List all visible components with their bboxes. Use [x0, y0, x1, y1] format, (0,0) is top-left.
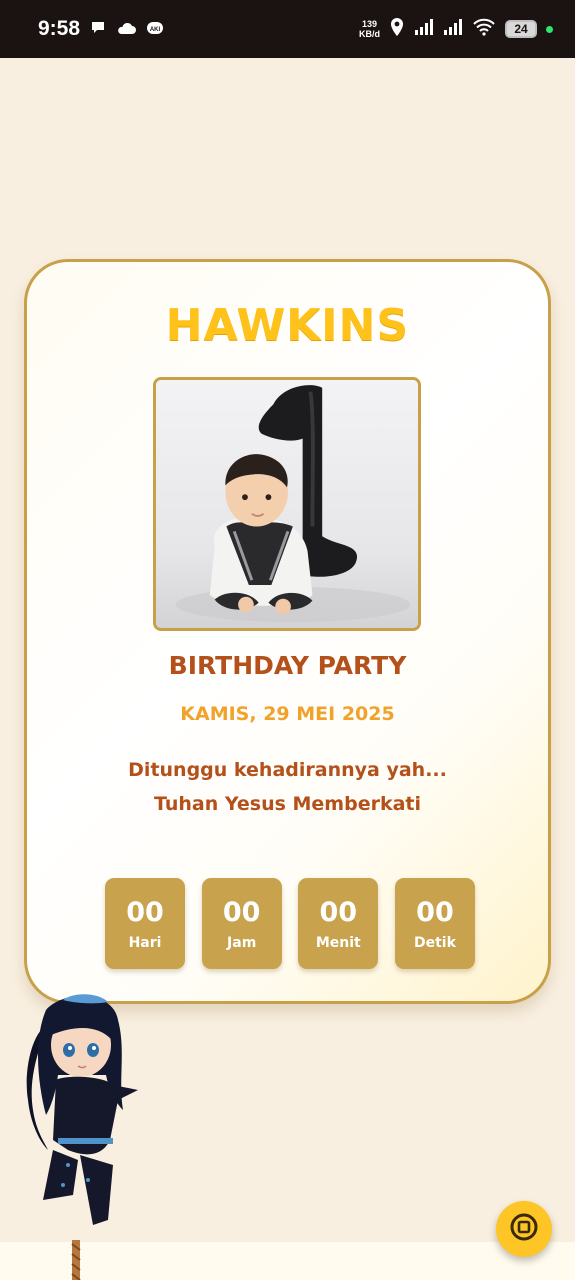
battery-icon: 24 — [505, 20, 537, 38]
music-toggle-icon — [509, 1212, 539, 1246]
chat-icon — [90, 19, 106, 39]
countdown-value: 00 — [126, 896, 164, 928]
invitation-message-line2: Tuhan Yesus Memberkati — [153, 793, 422, 815]
invitation-card: HAWKINS BIRTHDAY PARTY KAMIS, 29 MEI 202… — [24, 259, 551, 1004]
invitation-message-line1: Ditunggu kehadirannya yah... — [128, 759, 447, 781]
countdown-label: Detik — [414, 934, 456, 951]
battery-level: 24 — [514, 22, 528, 36]
event-date: KAMIS, 29 MEI 2025 — [180, 703, 395, 725]
countdown-value: 00 — [416, 896, 454, 928]
signal-icon — [443, 18, 463, 40]
location-icon — [389, 17, 405, 41]
signal-icon — [414, 18, 434, 40]
countdown-label: Jam — [227, 934, 257, 951]
countdown-hours: 00 Jam — [201, 878, 282, 969]
countdown-value: 00 — [319, 896, 358, 928]
status-time: 9:58 — [38, 17, 81, 40]
music-toggle-button[interactable] — [496, 1201, 552, 1257]
cloud-icon — [116, 20, 137, 39]
wifi-icon — [472, 18, 496, 40]
countdown-value: 00 — [222, 896, 261, 928]
network-speed-value: 139 — [361, 19, 378, 29]
celebrant-photo — [153, 377, 421, 631]
rope-decoration — [66, 1240, 86, 1280]
countdown-days: 00 Hari — [105, 878, 185, 969]
countdown-seconds: 00 Detik — [394, 878, 475, 969]
event-title: BIRTHDAY PARTY — [168, 651, 407, 680]
privacy-indicator-dot — [546, 25, 553, 33]
status-bar: 9:58 AKI 139 KB/d 24 — [0, 0, 575, 58]
aki-badge-icon: AKI — [146, 20, 164, 39]
svg-text:AKI: AKI — [150, 27, 161, 33]
countdown-label: Hari — [128, 934, 162, 951]
anime-character-illustration — [18, 990, 148, 1240]
celebrant-name: HAWKINS — [165, 300, 410, 351]
bottom-strip — [0, 1242, 575, 1280]
countdown-timer: 00 Hari 00 Jam 00 Menit 00 Detik — [105, 878, 475, 970]
countdown-label: Menit — [315, 934, 361, 951]
network-speed-unit: KB/d — [359, 29, 380, 39]
countdown-minutes: 00 Menit — [298, 878, 379, 969]
network-speed: 139 KB/d — [359, 19, 380, 39]
